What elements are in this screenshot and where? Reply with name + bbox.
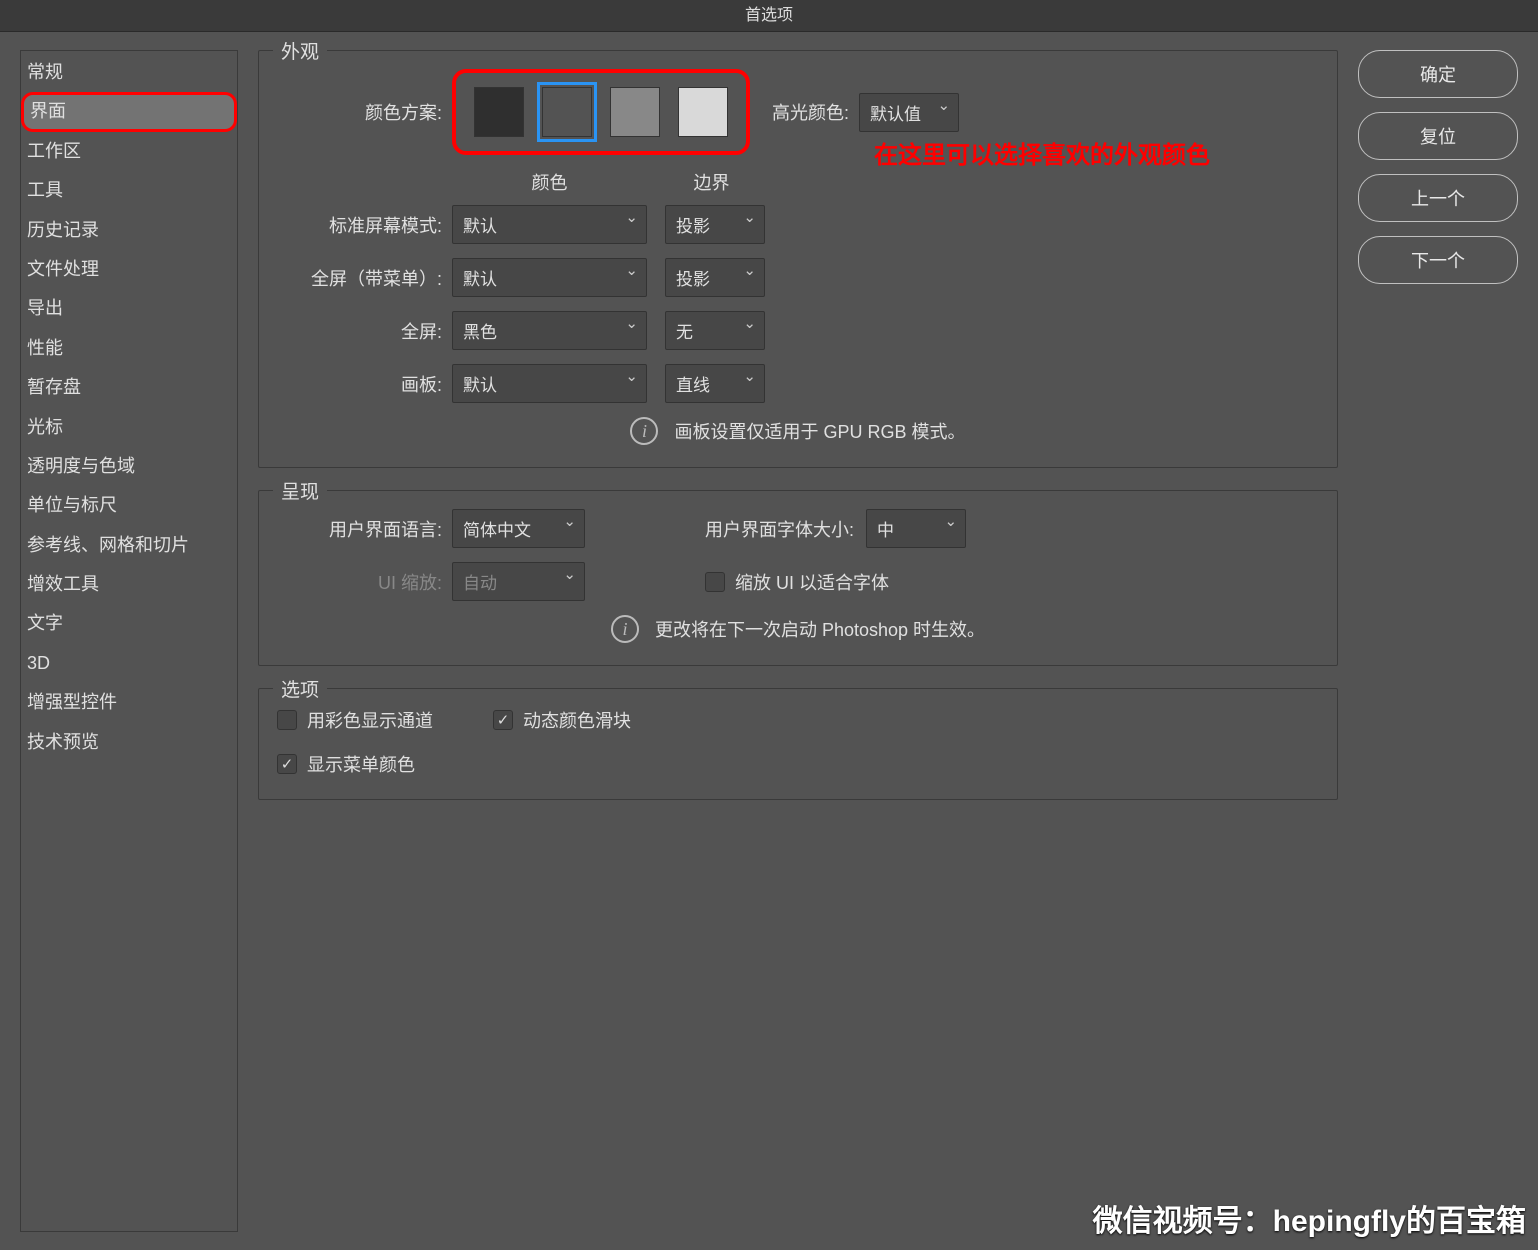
sidebar-item-9[interactable]: 光标 bbox=[21, 408, 237, 447]
ui-language-label: 用户界面语言: bbox=[277, 516, 452, 542]
highlight-color-select[interactable]: 默认值 bbox=[859, 93, 959, 132]
column-header-border: 边界 bbox=[665, 169, 758, 195]
screen-mode-label-3: 画板: bbox=[277, 371, 452, 397]
color-scheme-label: 颜色方案: bbox=[277, 99, 452, 125]
sidebar-item-4[interactable]: 历史记录 bbox=[21, 211, 237, 250]
gpu-note: 画板设置仅适用于 GPU RGB 模式。 bbox=[674, 418, 965, 444]
presentation-legend: 呈现 bbox=[273, 477, 327, 504]
window-title: 首选项 bbox=[0, 0, 1538, 32]
options-legend: 选项 bbox=[273, 675, 327, 702]
screen-mode-border-select-3[interactable]: 直线 bbox=[665, 364, 765, 403]
dynamic-sliders-checkbox[interactable]: 动态颜色滑块 bbox=[493, 707, 631, 733]
sidebar-item-12[interactable]: 参考线、网格和切片 bbox=[21, 526, 237, 565]
sidebar-item-13[interactable]: 增效工具 bbox=[21, 565, 237, 604]
sidebar-item-0[interactable]: 常规 bbox=[21, 53, 237, 92]
sidebar-item-5[interactable]: 文件处理 bbox=[21, 250, 237, 289]
sidebar-item-2[interactable]: 工作区 bbox=[21, 132, 237, 171]
color-swatch-1[interactable] bbox=[542, 87, 592, 137]
screen-mode-color-select-3[interactable]: 默认 bbox=[452, 364, 647, 403]
scale-ui-fit-checkbox[interactable]: 缩放 UI 以适合字体 bbox=[705, 569, 889, 595]
sidebar-item-7[interactable]: 性能 bbox=[21, 329, 237, 368]
sidebar-item-3[interactable]: 工具 bbox=[21, 171, 237, 210]
sidebar-item-11[interactable]: 单位与标尺 bbox=[21, 486, 237, 525]
reset-button[interactable]: 复位 bbox=[1358, 112, 1518, 160]
screen-mode-label-2: 全屏: bbox=[277, 318, 452, 344]
show-menu-colors-checkbox[interactable]: 显示菜单颜色 bbox=[277, 751, 415, 777]
sidebar-item-16[interactable]: 增强型控件 bbox=[21, 683, 237, 722]
restart-note: 更改将在下一次启动 Photoshop 时生效。 bbox=[655, 616, 985, 642]
info-icon: i bbox=[630, 417, 658, 445]
screen-mode-border-select-2[interactable]: 无 bbox=[665, 311, 765, 350]
highlight-color-label: 高光颜色: bbox=[772, 99, 849, 125]
color-scheme-swatches bbox=[474, 87, 728, 137]
info-icon: i bbox=[611, 615, 639, 643]
checkbox-icon bbox=[705, 572, 725, 592]
ui-scale-label: UI 缩放: bbox=[277, 569, 452, 595]
screen-mode-color-select-0[interactable]: 默认 bbox=[452, 205, 647, 244]
color-swatch-3[interactable] bbox=[678, 87, 728, 137]
next-button[interactable]: 下一个 bbox=[1358, 236, 1518, 284]
options-group: 选项 用彩色显示通道 动态颜色滑块 显示菜单颜色 bbox=[258, 688, 1338, 800]
appearance-group: 外观 颜色方案: 高光颜色: 默认值 在这里可以选择喜欢的外观颜色 颜色 边界 bbox=[258, 50, 1338, 468]
sidebar-item-17[interactable]: 技术预览 bbox=[21, 723, 237, 762]
font-size-label: 用户界面字体大小: bbox=[705, 516, 854, 542]
screen-mode-label-0: 标准屏幕模式: bbox=[277, 212, 452, 238]
checkbox-icon bbox=[277, 754, 297, 774]
annotation-text: 在这里可以选择喜欢的外观颜色 bbox=[874, 135, 1210, 170]
ui-language-select[interactable]: 简体中文 bbox=[452, 509, 585, 548]
color-channels-checkbox[interactable]: 用彩色显示通道 bbox=[277, 707, 433, 733]
prev-button[interactable]: 上一个 bbox=[1358, 174, 1518, 222]
font-size-select[interactable]: 中 bbox=[866, 509, 966, 548]
presentation-group: 呈现 用户界面语言: 简体中文 用户界面字体大小: 中 UI 缩放: 自动 缩放… bbox=[258, 490, 1338, 666]
checkbox-icon bbox=[493, 710, 513, 730]
button-column: 确定 复位 上一个 下一个 bbox=[1358, 50, 1518, 1232]
sidebar-item-14[interactable]: 文字 bbox=[21, 604, 237, 643]
screen-mode-color-select-1[interactable]: 默认 bbox=[452, 258, 647, 297]
sidebar-item-6[interactable]: 导出 bbox=[21, 289, 237, 328]
screen-mode-border-select-0[interactable]: 投影 bbox=[665, 205, 765, 244]
screen-mode-label-1: 全屏（带菜单）: bbox=[277, 265, 452, 291]
screen-mode-border-select-1[interactable]: 投影 bbox=[665, 258, 765, 297]
checkbox-icon bbox=[277, 710, 297, 730]
sidebar-item-15[interactable]: 3D bbox=[21, 644, 237, 683]
sidebar: 常规界面工作区工具历史记录文件处理导出性能暂存盘光标透明度与色域单位与标尺参考线… bbox=[20, 50, 238, 1232]
appearance-legend: 外观 bbox=[273, 37, 327, 64]
watermark-text: 微信视频号：hepingfly的百宝箱 bbox=[1093, 1196, 1526, 1240]
ok-button[interactable]: 确定 bbox=[1358, 50, 1518, 98]
sidebar-item-1[interactable]: 界面 bbox=[21, 92, 237, 131]
ui-scale-select: 自动 bbox=[452, 562, 585, 601]
color-scheme-red-annotation-box bbox=[452, 69, 750, 155]
color-swatch-0[interactable] bbox=[474, 87, 524, 137]
color-swatch-2[interactable] bbox=[610, 87, 660, 137]
column-header-color: 颜色 bbox=[452, 169, 647, 195]
sidebar-item-10[interactable]: 透明度与色域 bbox=[21, 447, 237, 486]
screen-mode-color-select-2[interactable]: 黑色 bbox=[452, 311, 647, 350]
sidebar-item-8[interactable]: 暂存盘 bbox=[21, 368, 237, 407]
